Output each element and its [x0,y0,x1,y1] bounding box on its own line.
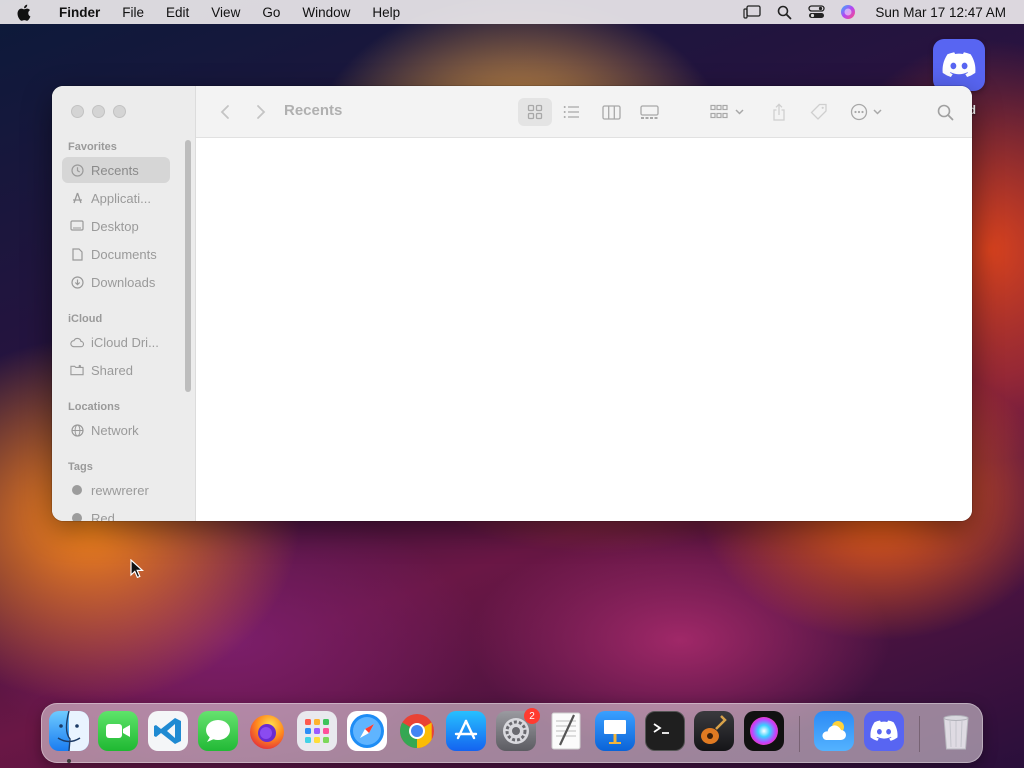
window-title: Recents [284,102,343,119]
running-indicator [67,759,71,763]
shared-folder-icon [70,363,84,377]
sidebar-item-label: Applicati... [91,190,151,206]
search-icon[interactable] [932,99,958,125]
menu-help[interactable]: Help [361,5,411,20]
sidebar-item-label: Documents [91,246,157,262]
sidebar-item-label: rewwrerer [91,482,149,498]
applications-icon [70,191,84,205]
sidebar-section-favorites: Favorites [68,141,117,153]
menu-window[interactable]: Window [291,5,361,20]
finder-content-area[interactable] [196,138,972,521]
gallery-view-icon[interactable] [636,99,662,125]
download-icon [70,275,84,289]
menubar-status-area: Sun Mar 17 12:47 AM [743,4,1024,20]
menu-view[interactable]: View [200,5,251,20]
document-icon [70,247,84,261]
list-view-icon[interactable] [558,99,584,125]
desktop-icon [70,219,84,233]
cloud-icon [70,335,84,349]
dock-system-settings-icon[interactable]: 2 [496,708,540,751]
icon-view-icon[interactable] [522,99,548,125]
close-button[interactable] [71,105,84,118]
dock-weather-icon[interactable] [814,711,854,751]
forward-icon[interactable] [250,99,272,125]
spotlight-icon[interactable] [775,4,793,20]
dock-textedit-icon[interactable] [546,711,586,751]
dock-separator [919,716,920,752]
dock: 2 [41,703,983,763]
dock-keynote-icon[interactable] [595,711,635,751]
desktop-discord-icon[interactable] [933,39,985,91]
tag-dot-icon [72,485,82,495]
share-icon[interactable] [766,99,792,125]
sidebar-item-label: Shared [91,362,133,378]
sidebar-section-icloud: iCloud [68,313,103,325]
menu-file[interactable]: File [111,5,155,20]
sidebar-scrollbar[interactable] [185,140,191,392]
stage-manager-icon[interactable] [743,4,762,20]
menu-go[interactable]: Go [251,5,291,20]
menu-app-name[interactable]: Finder [48,5,111,20]
sidebar-item-label: Desktop [91,218,139,234]
menu-bar: Finder File Edit View Go Window Help Sun… [0,0,1024,24]
sidebar-item-tag-rewwrerer[interactable]: rewwrerer [62,477,170,503]
finder-toolbar: Recents [196,86,972,138]
sidebar-item-applications[interactable]: Applicati... [62,185,170,211]
mouse-pointer-icon [130,558,145,582]
column-view-icon[interactable] [598,99,624,125]
dock-trash-icon[interactable] [936,711,976,751]
dock-separator [799,716,800,752]
apple-menu-icon[interactable] [16,4,38,21]
tag-dot-icon [72,513,82,521]
finder-sidebar: Favorites Recents Applicati... Desktop D… [52,86,196,521]
sidebar-item-icloud-drive[interactable]: iCloud Dri... [62,329,170,355]
sidebar-item-label: iCloud Dri... [91,334,159,350]
minimize-button[interactable] [92,105,105,118]
dock-finder-icon[interactable] [49,711,89,751]
dock-safari-icon[interactable] [347,711,387,751]
window-controls [71,105,126,118]
dock-chrome-icon[interactable] [397,711,437,751]
sidebar-item-shared[interactable]: Shared [62,357,170,383]
network-icon [70,423,84,437]
sidebar-item-recents[interactable]: Recents [62,157,170,183]
sidebar-item-desktop[interactable]: Desktop [62,213,170,239]
sidebar-section-tags: Tags [68,461,93,473]
dock-discord-icon[interactable] [864,711,904,751]
dock-app-store-icon[interactable] [446,711,486,751]
sidebar-item-downloads[interactable]: Downloads [62,269,170,295]
sidebar-item-label: Red [91,510,115,522]
siri-icon[interactable] [839,4,857,20]
dock-messages-icon[interactable] [198,711,238,751]
clock-icon [70,163,84,177]
sidebar-item-tag-red[interactable]: Red [62,505,170,521]
sidebar-item-documents[interactable]: Documents [62,241,170,267]
finder-window: Favorites Recents Applicati... Desktop D… [52,86,972,521]
zoom-button[interactable] [113,105,126,118]
tag-icon[interactable] [806,99,832,125]
control-center-icon[interactable] [807,4,825,20]
dock-facetime-icon[interactable] [98,711,138,751]
dock-terminal-icon[interactable] [645,711,685,751]
dock-garageband-icon[interactable] [694,711,734,751]
sidebar-item-label: Recents [91,162,139,178]
dock-firefox-icon[interactable] [247,711,287,751]
sidebar-item-label: Downloads [91,274,156,290]
dock-siri-icon[interactable] [744,711,784,751]
back-icon[interactable] [214,99,236,125]
menu-edit[interactable]: Edit [155,5,200,20]
dock-launchpad-icon[interactable] [297,711,337,751]
menubar-clock[interactable]: Sun Mar 17 12:47 AM [875,5,1006,20]
sidebar-item-label: Network [91,422,139,438]
group-icon[interactable] [708,99,748,125]
more-icon[interactable] [848,99,888,125]
sidebar-item-network[interactable]: Network [62,417,170,443]
dock-vscode-icon[interactable] [148,711,188,751]
sidebar-section-locations: Locations [68,401,120,413]
notification-badge: 2 [524,708,540,724]
